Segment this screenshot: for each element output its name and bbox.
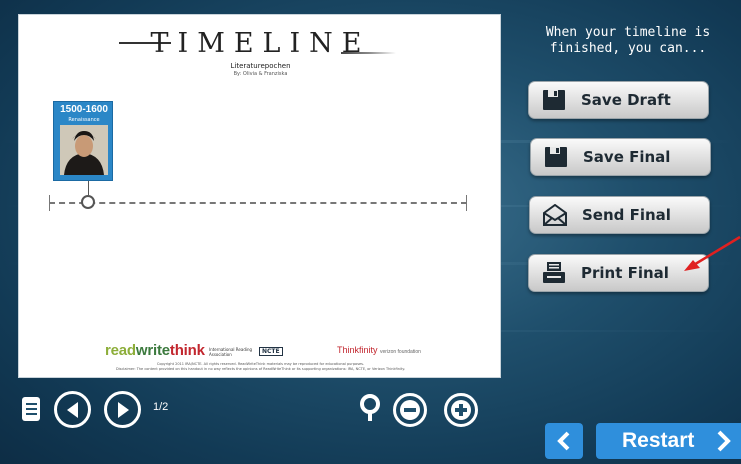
timeline-event-card[interactable]: 1500-1600 Renaissance <box>53 101 113 181</box>
document-subtitle: Literaturepochen <box>230 62 291 70</box>
save-final-label: Save Final <box>583 148 671 166</box>
document-title: TIMELINE <box>150 28 371 59</box>
timeline-axis <box>49 202 467 204</box>
zoom-out-button[interactable] <box>393 393 427 427</box>
timeline-end-tick <box>466 195 467 211</box>
portrait-image <box>60 125 108 175</box>
save-final-button[interactable]: Save Final <box>530 138 711 176</box>
timeline-document-preview: TIMELINE Literaturepochen By: Olivia & F… <box>18 14 501 378</box>
restart-label: Restart <box>622 429 695 452</box>
zoom-in-button[interactable] <box>444 393 478 427</box>
back-button[interactable] <box>545 423 583 459</box>
ncte-logo: NCTE <box>259 347 283 356</box>
readwritethink-logo: readwritethink <box>105 342 205 359</box>
save-draft-button[interactable]: Save Draft <box>528 81 709 119</box>
timeline-start-tick <box>49 195 50 211</box>
timeline-node[interactable] <box>81 195 95 209</box>
ira-logo: International Reading Association <box>209 347 253 357</box>
send-final-button[interactable]: Send Final <box>529 196 710 234</box>
envelope-icon <box>542 203 568 227</box>
copyright-text: Copyright 2011 IRA/NCTE. All rights rese… <box>156 362 365 366</box>
next-page-button[interactable] <box>104 391 141 428</box>
chevron-right-icon <box>717 430 732 452</box>
page-indicator: 1/2 <box>153 401 169 413</box>
printer-icon <box>541 261 567 285</box>
event-date: 1500-1600 <box>60 104 108 115</box>
magnifier-icon[interactable] <box>357 393 383 423</box>
event-connector <box>88 181 89 195</box>
menu-icon[interactable] <box>22 397 40 421</box>
thinkfinity-logo: Thinkfinity verizon foundation <box>337 345 421 355</box>
document-byline: By: Olivia & Franziska <box>233 71 288 77</box>
floppy-disk-icon <box>543 145 569 169</box>
disclaimer-text: Disclaimer: The content provided on this… <box>115 367 406 371</box>
next-page-icon <box>117 401 129 418</box>
send-final-label: Send Final <box>582 206 671 224</box>
event-label: Renaissance <box>68 117 100 123</box>
chevron-left-icon <box>557 431 570 451</box>
prev-page-icon <box>66 401 78 418</box>
prev-page-button[interactable] <box>54 391 91 428</box>
floppy-disk-icon <box>541 88 567 112</box>
annotation-arrow-icon <box>684 235 741 271</box>
zoom-in-icon <box>451 400 471 420</box>
restart-button[interactable]: Restart <box>596 423 741 459</box>
print-final-label: Print Final <box>581 264 669 282</box>
save-draft-label: Save Draft <box>581 91 671 109</box>
finish-prompt: When your timeline is finished, you can.… <box>545 25 711 56</box>
zoom-out-icon <box>400 400 420 420</box>
